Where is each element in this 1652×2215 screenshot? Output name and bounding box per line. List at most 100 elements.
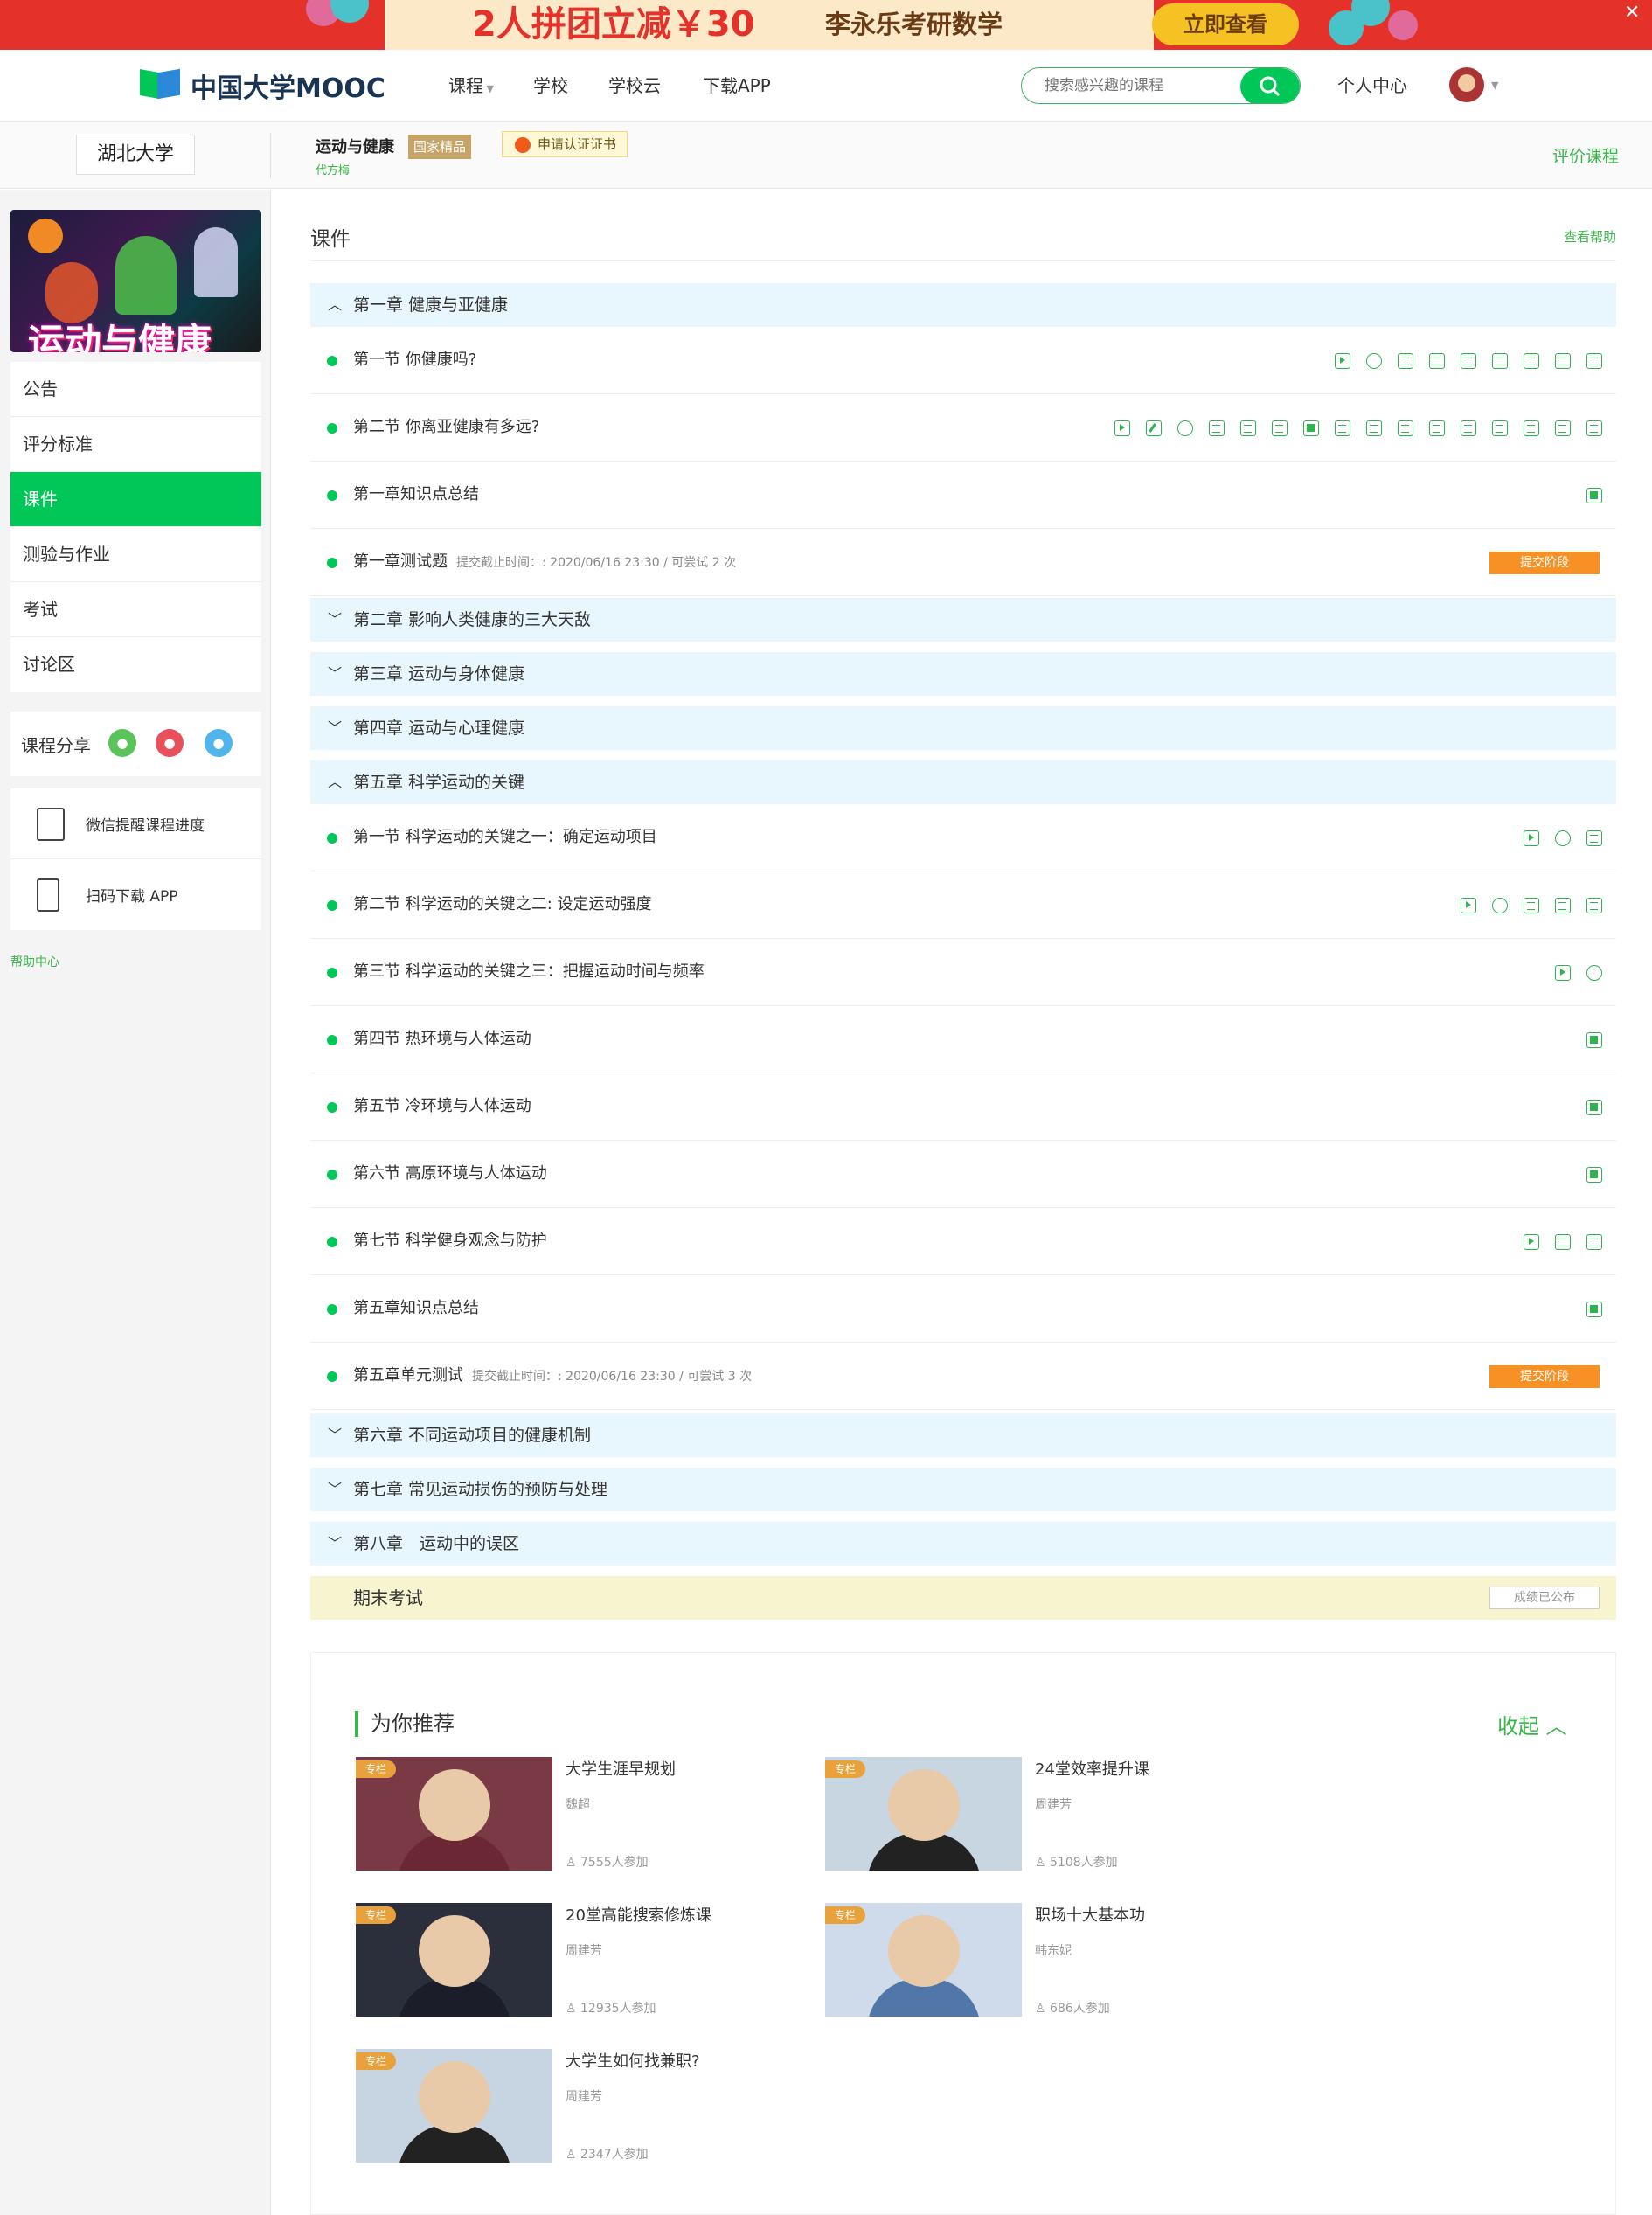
document-icon[interactable] (1461, 353, 1476, 369)
document-icon[interactable] (1398, 420, 1413, 436)
discussion-icon[interactable] (1177, 420, 1193, 436)
help-center-link[interactable]: 帮助中心 (10, 953, 59, 970)
document-icon[interactable] (1586, 1234, 1602, 1250)
chapter-header[interactable]: ﹀ 第四章 运动与心理健康 (310, 706, 1616, 750)
document-icon[interactable] (1555, 420, 1571, 436)
promo-banner[interactable]: 2人拼团立减￥30 李永乐考研数学 立即查看 ✕ (0, 0, 1652, 50)
document-icon[interactable] (1586, 420, 1602, 436)
card-title[interactable]: 20堂高能搜索修炼课 (566, 1903, 711, 1926)
lesson-row[interactable]: 第一节 你健康吗? (310, 327, 1616, 394)
lesson-row[interactable]: 第三节 科学运动的关键之三：把握运动时间与频率 (310, 939, 1616, 1006)
card-title[interactable]: 大学生涯早规划 (566, 1757, 676, 1780)
wechat-icon[interactable]: ● (108, 729, 136, 757)
card-title[interactable]: 大学生如何找兼职? (566, 2049, 700, 2072)
menu-quizzes[interactable]: 测验与作业 (10, 527, 261, 582)
video-icon[interactable] (1461, 898, 1476, 913)
document-icon[interactable] (1586, 353, 1602, 369)
discussion-icon[interactable] (1492, 898, 1508, 913)
lesson-row[interactable]: 第二节 你离亚健康有多远? (310, 394, 1616, 462)
chevron-down-icon[interactable]: ▼ (1491, 80, 1498, 91)
chapter-header[interactable]: ﹀ 第三章 运动与身体健康 (310, 652, 1616, 696)
notes-icon[interactable] (1586, 1302, 1602, 1317)
document-icon[interactable] (1555, 898, 1571, 913)
site-logo[interactable]: 中国大学MOOC (140, 68, 385, 104)
notes-icon[interactable] (1586, 1167, 1602, 1183)
lesson-row[interactable]: 第一节 科学运动的关键之一：确定运动项目 (310, 804, 1616, 871)
document-icon[interactable] (1461, 420, 1476, 436)
course-teacher[interactable]: 代方梅 (316, 161, 350, 177)
recommend-card[interactable]: 专栏 大学生涯早规划 魏超 ♙ 7555人参加 (356, 1757, 810, 1871)
lesson-row[interactable]: 第五章知识点总结 (310, 1275, 1616, 1343)
personal-center-link[interactable]: 个人中心 (1337, 74, 1407, 97)
video-icon[interactable] (1524, 830, 1539, 846)
notes-icon[interactable] (1303, 420, 1319, 436)
menu-exam[interactable]: 考试 (10, 582, 261, 637)
card-title[interactable]: 24堂效率提升课 (1035, 1757, 1149, 1780)
document-icon[interactable] (1429, 420, 1445, 436)
card-title[interactable]: 职场十大基本功 (1035, 1903, 1145, 1926)
nav-schools[interactable]: 学校 (533, 74, 568, 97)
submit-stage-button[interactable]: 提交阶段 (1489, 1365, 1600, 1388)
document-icon[interactable] (1240, 420, 1256, 436)
notes-icon[interactable] (1586, 488, 1602, 503)
nav-courses[interactable]: 课程 ▼ (448, 74, 494, 101)
lesson-row[interactable]: 第六节 高原环境与人体运动 (310, 1141, 1616, 1208)
recommend-card[interactable]: 专栏 20堂高能搜索修炼课 周建芳 ♙ 12935人参加 (356, 1903, 810, 2017)
recommend-card[interactable]: 专栏 大学生如何找兼职? 周建芳 ♙ 2347人参加 (356, 2049, 810, 2163)
lesson-row[interactable]: 第一章知识点总结 (310, 462, 1616, 529)
rate-course-link[interactable]: 评价课程 (1552, 143, 1619, 167)
banner-view-button[interactable]: 立即查看 (1152, 3, 1299, 45)
document-icon[interactable] (1555, 353, 1571, 369)
document-icon[interactable] (1492, 353, 1508, 369)
menu-grading[interactable]: 评分标准 (10, 417, 261, 472)
search-input[interactable] (1045, 75, 1219, 96)
document-icon[interactable] (1586, 830, 1602, 846)
chapter-header[interactable]: ﹀ 第七章 常见运动损伤的预防与处理 (310, 1468, 1616, 1511)
submit-stage-button[interactable]: 提交阶段 (1489, 552, 1600, 574)
notes-icon[interactable] (1586, 1032, 1602, 1048)
chapter-header[interactable]: ﹀ 第二章 影响人类健康的三大天敌 (310, 598, 1616, 642)
document-icon[interactable] (1429, 353, 1445, 369)
quiz-row[interactable]: 第一章测试题 提交截止时间：: 2020/06/16 23:30 / 可尝试 2 … (310, 529, 1616, 596)
document-icon[interactable] (1524, 353, 1539, 369)
lesson-row[interactable]: 第五节 冷环境与人体运动 (310, 1073, 1616, 1141)
video-icon[interactable] (1114, 420, 1130, 436)
chapter-header[interactable]: ﹀ 第六章 不同运动项目的健康机制 (310, 1413, 1616, 1457)
document-icon[interactable] (1366, 420, 1382, 436)
qq-icon[interactable]: ● (205, 729, 233, 757)
discussion-icon[interactable] (1366, 353, 1382, 369)
search-button[interactable] (1240, 68, 1300, 103)
quiz-row[interactable]: 第五章单元测试 提交截止时间：: 2020/06/16 23:30 / 可尝试 3… (310, 1343, 1616, 1410)
document-icon[interactable] (1555, 1234, 1571, 1250)
lesson-row[interactable]: 第七节 科学健身观念与防护 (310, 1208, 1616, 1275)
document-icon[interactable] (1586, 898, 1602, 913)
lesson-row[interactable]: 第二节 科学运动的关键之二: 设定运动强度 (310, 871, 1616, 939)
view-help-link[interactable]: 查看帮助 (1564, 227, 1616, 246)
chapter-header[interactable]: ︿ 第一章 健康与亚健康 (310, 283, 1616, 327)
lesson-row[interactable]: 第四节 热环境与人体运动 (310, 1006, 1616, 1073)
menu-announcements[interactable]: 公告 (10, 362, 261, 417)
weibo-icon[interactable]: ● (156, 729, 184, 757)
chapter-header[interactable]: ﹀ 第八章 运动中的误区 (310, 1522, 1616, 1566)
notes-icon[interactable] (1586, 1100, 1602, 1115)
discussion-icon[interactable] (1555, 830, 1571, 846)
chapter-header[interactable]: ︿ 第五章 科学运动的关键 (310, 760, 1616, 804)
download-app-qr[interactable]: 扫码下载 APP (10, 859, 261, 930)
recommend-card[interactable]: 专栏 职场十大基本功 韩东妮 ♙ 686人参加 (825, 1903, 1280, 2017)
final-exam-row[interactable]: 期末考试 成绩已公布 (310, 1576, 1616, 1620)
recommend-card[interactable]: 专栏 24堂效率提升课 周建芳 ♙ 5108人参加 (825, 1757, 1280, 1871)
video-icon[interactable] (1524, 1234, 1539, 1250)
document-icon[interactable] (1209, 420, 1225, 436)
avatar[interactable] (1449, 67, 1484, 102)
apply-certificate-button[interactable]: 申请认证证书 (502, 131, 628, 157)
document-icon[interactable] (1524, 420, 1539, 436)
menu-courseware[interactable]: 课件 (10, 472, 261, 527)
document-icon[interactable] (1335, 420, 1350, 436)
document-icon[interactable] (1524, 898, 1539, 913)
edit-icon[interactable] (1146, 420, 1162, 436)
nav-school-cloud[interactable]: 学校云 (608, 74, 661, 97)
nav-download-app[interactable]: 下载APP (703, 74, 771, 97)
document-icon[interactable] (1272, 420, 1288, 436)
menu-discussion[interactable]: 讨论区 (10, 637, 261, 692)
discussion-icon[interactable] (1586, 965, 1602, 981)
